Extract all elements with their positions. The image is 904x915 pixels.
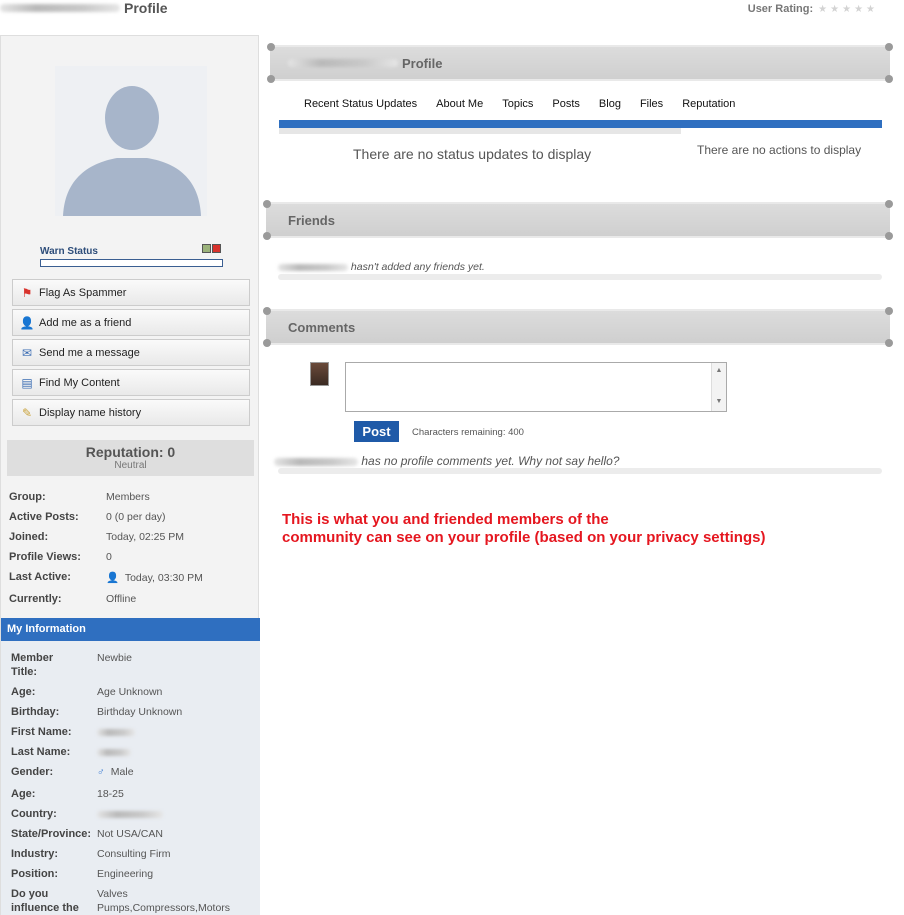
profile-sidebar: Warn Status ⚑ Flag As Spammer 👤 Add me a… — [0, 35, 260, 915]
privacy-annotation: This is what you and friended members of… — [282, 511, 766, 546]
user-rating-label: User Rating: — [747, 3, 814, 15]
add-friend-button[interactable]: 👤 Add me as a friend — [12, 309, 250, 336]
redacted-username — [288, 59, 398, 67]
reputation-box: Reputation: 0 Neutral — [7, 440, 254, 476]
redacted-username — [274, 457, 358, 466]
info-row: Country: — [11, 807, 256, 821]
stat-row: Last Active: 👤 Today, 03:30 PM — [9, 571, 203, 584]
friends-panel-title: Friends — [288, 212, 335, 228]
friends-empty-message: hasn't added any friends yet. — [278, 261, 485, 273]
info-row: Member Title: Newbie — [11, 652, 133, 678]
default-avatar-icon — [55, 66, 207, 216]
page-title-bar: Profile — [0, 0, 168, 16]
star-icon[interactable]: ★ — [866, 4, 875, 15]
my-information-header: My Information — [1, 618, 260, 641]
redacted-country — [97, 810, 163, 818]
comment-scrollbar[interactable]: ▲ ▼ — [711, 363, 726, 411]
warn-status: Warn Status — [40, 244, 223, 267]
send-message-button[interactable]: ✉ Send me a message — [12, 339, 250, 366]
stat-row: Joined: Today, 02:25 PM — [9, 531, 185, 543]
tab-recent-status-updates[interactable]: Recent Status Updates — [304, 98, 417, 110]
profile-panel-title: Profile — [402, 55, 443, 71]
post-comment-button[interactable]: Post — [354, 421, 399, 442]
avatar — [55, 66, 207, 216]
redacted-username — [278, 263, 348, 271]
status-divider — [279, 128, 681, 134]
tab-underline — [279, 120, 882, 128]
scroll-up-icon[interactable]: ▲ — [712, 367, 726, 374]
no-actions-message: There are no actions to display — [697, 143, 862, 157]
info-row: Industry: Consulting Firm — [11, 848, 171, 860]
warn-level-bar — [40, 259, 223, 267]
info-row: Do you influence the Valves Pumps,Compre… — [11, 888, 231, 914]
scroll-down-icon[interactable]: ▼ — [712, 398, 726, 405]
comment-input[interactable]: ▲ ▼ — [345, 362, 727, 412]
characters-remaining: Characters remaining: 400 — [412, 427, 524, 438]
warn-status-label[interactable]: Warn Status — [40, 246, 223, 257]
page-title: Profile — [124, 0, 168, 16]
info-row: First Name: — [11, 725, 256, 739]
info-row: State/Province: Not USA/CAN — [11, 828, 163, 840]
commenter-avatar — [310, 362, 329, 386]
info-row: Gender: ♂ Male — [11, 766, 134, 778]
star-icon[interactable]: ★ — [854, 4, 863, 15]
find-my-content-button[interactable]: ▤ Find My Content — [12, 369, 250, 396]
user-status-icon: 👤 — [106, 572, 120, 584]
warn-increase-icon[interactable] — [212, 244, 221, 253]
tab-blog[interactable]: Blog — [599, 98, 621, 110]
redacted-username — [0, 4, 120, 12]
comments-divider — [278, 468, 882, 474]
male-icon: ♂ — [97, 766, 105, 778]
stat-row: Active Posts: 0 (0 per day) — [9, 511, 166, 523]
document-icon: ▤ — [21, 375, 33, 390]
profile-tabs: Recent Status Updates About Me Topics Po… — [304, 98, 754, 110]
reputation-title: Reputation: 0 — [85, 444, 176, 460]
star-icon[interactable]: ★ — [818, 4, 827, 15]
comments-panel-title: Comments — [288, 319, 356, 335]
tab-posts[interactable]: Posts — [552, 98, 580, 110]
tab-about-me[interactable]: About Me — [436, 98, 483, 110]
display-name-history-button[interactable]: ✎ Display name history — [12, 399, 250, 426]
tag-icon: ✎ — [21, 405, 33, 420]
redacted-first-name — [97, 728, 135, 736]
my-information-body: Member Title: Newbie Age: Age Unknown Bi… — [1, 641, 260, 915]
tab-files[interactable]: Files — [640, 98, 663, 110]
envelope-icon: ✉ — [21, 345, 33, 360]
redacted-last-name — [97, 748, 131, 756]
flag-icon: ⚑ — [21, 285, 33, 300]
friends-panel-header: Friends — [263, 200, 893, 240]
info-row: Last Name: — [11, 745, 256, 759]
stat-row: Currently: Offline — [9, 593, 137, 605]
stat-row: Group: Members — [9, 491, 150, 503]
comments-panel-header: Comments — [263, 307, 893, 347]
star-icon[interactable]: ★ — [830, 4, 839, 15]
warn-decrease-icon[interactable] — [202, 244, 211, 253]
user-rating: User Rating: ★ ★ ★ ★ ★ — [748, 3, 878, 15]
stat-row: Profile Views: 0 — [9, 551, 112, 563]
star-icon[interactable]: ★ — [842, 4, 851, 15]
info-row: Position: Engineering — [11, 868, 154, 880]
comments-empty-message: has no profile comments yet. Why not say… — [274, 454, 619, 468]
info-row: Age: Age Unknown — [11, 686, 163, 698]
add-friend-icon: 👤 — [19, 315, 35, 330]
friends-divider — [278, 274, 882, 280]
flag-as-spammer-button[interactable]: ⚑ Flag As Spammer — [12, 279, 250, 306]
no-status-message: There are no status updates to display — [353, 146, 592, 162]
info-row: Age: 18-25 — [11, 788, 124, 800]
reputation-subtitle: Neutral — [114, 460, 147, 471]
tab-topics[interactable]: Topics — [502, 98, 533, 110]
info-row: Birthday: Birthday Unknown — [11, 706, 183, 718]
profile-panel-header: Profile — [267, 43, 893, 83]
tab-reputation[interactable]: Reputation — [682, 98, 735, 110]
